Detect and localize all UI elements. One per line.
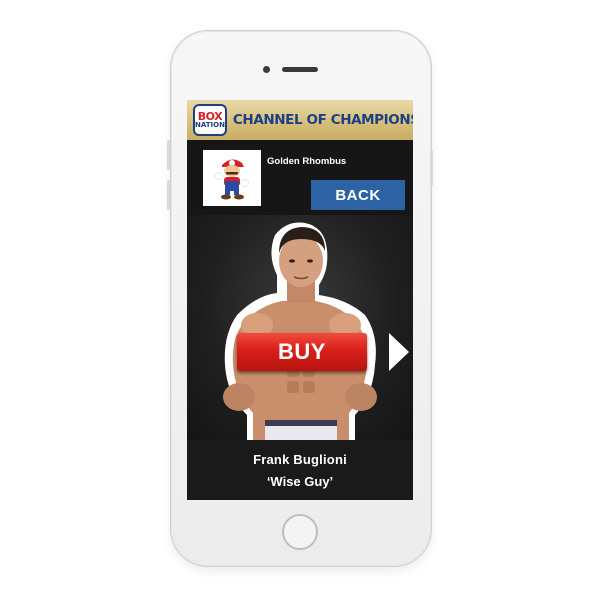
username-label: Golden Rhombus: [267, 156, 347, 167]
fighter-photo: [223, 222, 377, 440]
logo-text-bottom: NATION: [195, 121, 225, 129]
stage: BOX NATION CHANNEL OF CHAMPIONS Golden R…: [0, 0, 600, 600]
fighter-caption: Frank Buglioni ‘Wise Guy’: [187, 440, 413, 500]
power-button: [430, 150, 433, 186]
buy-button[interactable]: BUY: [237, 333, 367, 371]
banner-title: CHANNEL OF CHAMPIONS: [232, 112, 413, 128]
fighter-stage: [187, 215, 413, 440]
boxnation-logo: BOX NATION: [193, 104, 227, 136]
back-button[interactable]: BACK: [311, 180, 405, 210]
header-banner: BOX NATION CHANNEL OF CHAMPIONS: [187, 100, 413, 140]
fighter-nickname: ‘Wise Guy’: [266, 474, 334, 489]
app-screen: BOX NATION CHANNEL OF CHAMPIONS Golden R…: [187, 100, 413, 500]
speaker-grille: [282, 67, 318, 72]
home-button[interactable]: [282, 514, 318, 550]
next-arrow-icon[interactable]: [389, 333, 409, 371]
fighter-name: Frank Buglioni: [253, 452, 347, 467]
front-camera-icon: [263, 66, 270, 73]
volume-up-button: [167, 140, 170, 170]
avatar[interactable]: [203, 150, 261, 206]
mario-avatar-icon: [215, 159, 249, 200]
volume-down-button: [167, 180, 170, 210]
